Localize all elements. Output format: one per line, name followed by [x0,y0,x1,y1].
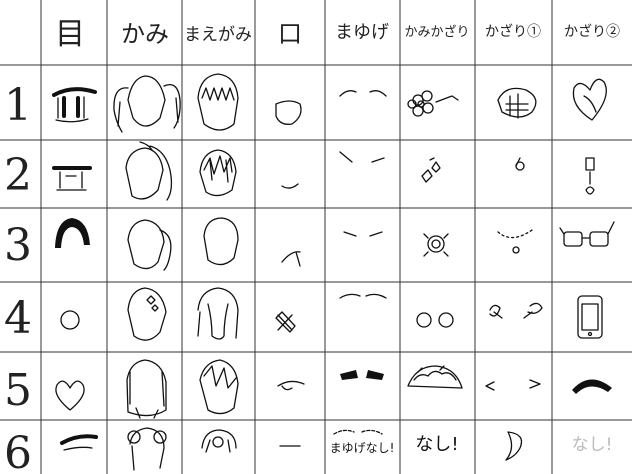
eyebrows-1 [339,90,387,97]
header-accessory-1: かざり① [485,23,541,40]
bangs-1 [197,73,239,131]
bangs-5 [199,359,239,415]
accessory2-1 [572,78,607,121]
grid-lines [0,0,632,474]
accessory2-5 [572,379,612,394]
eye-4 [60,310,80,330]
accessory1-3 [497,229,533,254]
eye-5 [55,380,85,411]
accessory1-1 [497,87,537,119]
bangs-4 [197,287,239,340]
accessory1-4 [489,302,543,319]
header-mouth: 口 [278,20,302,48]
accessory2-4 [577,295,603,339]
eyebrows-4 [339,293,387,299]
hair-5 [126,359,167,419]
header-hair: かみ [121,20,169,48]
accessory2-6: なし! [572,435,613,455]
mouth-2 [281,183,299,189]
hair-ornament-none-label: なし! [415,434,458,455]
hair-ornament-6: なし! [415,434,458,455]
eye-2 [52,166,92,191]
hair-2 [125,141,173,201]
accessory2-3 [559,221,615,247]
hair-ornament-4 [416,312,454,328]
eye-3 [55,218,90,248]
hair-4 [127,287,167,341]
bangs-2 [199,149,237,197]
header-eyebrows: まゆげ [335,22,389,43]
eye-1 [52,87,97,123]
row-number-6: 6 [4,428,32,474]
header-bangs: まえがみ [184,25,252,45]
eye-6 [60,434,98,451]
row-number-3: 3 [4,220,32,271]
eyebrows-3 [343,231,383,237]
accessory2-2 [585,157,595,195]
row-number-2: 2 [4,150,32,201]
accessory1-2 [515,157,525,171]
eyebrows-6: まゆげなし! [330,429,395,455]
parts-chart-sheet: 目 かみ まえがみ 口 まゆげ かみかざり かざり① かざり② 1 2 3 4 … [0,0,632,474]
accessory1-5 [485,379,541,391]
bangs-6 [201,429,237,453]
mouth-1 [275,100,302,125]
header-accessory-2: かざり② [564,23,620,40]
mouth-5 [277,380,305,391]
eyebrows-2 [339,151,385,163]
bangs-3 [203,217,239,266]
mouth-4 [275,311,296,333]
hair-1 [113,75,181,133]
hair-ornament-2 [421,157,441,183]
mouth-3 [281,251,301,267]
eyebrows-5 [340,370,384,380]
hair-ornament-1 [407,90,459,117]
header-hair-ornament: かみかざり [404,24,469,40]
hair-6 [127,427,167,471]
row-number-4: 4 [4,293,32,344]
eyebrows-none-label: まゆげなし! [330,441,395,455]
hair-ornament-3 [423,233,449,257]
header-eye: 目 [55,17,85,52]
accessory2-none-label: なし! [572,435,613,455]
accessory1-6 [505,431,523,461]
row-number-5: 5 [4,365,32,416]
hair-3 [127,219,172,271]
row-number-1: 1 [4,80,32,131]
hair-ornament-5 [407,365,463,389]
